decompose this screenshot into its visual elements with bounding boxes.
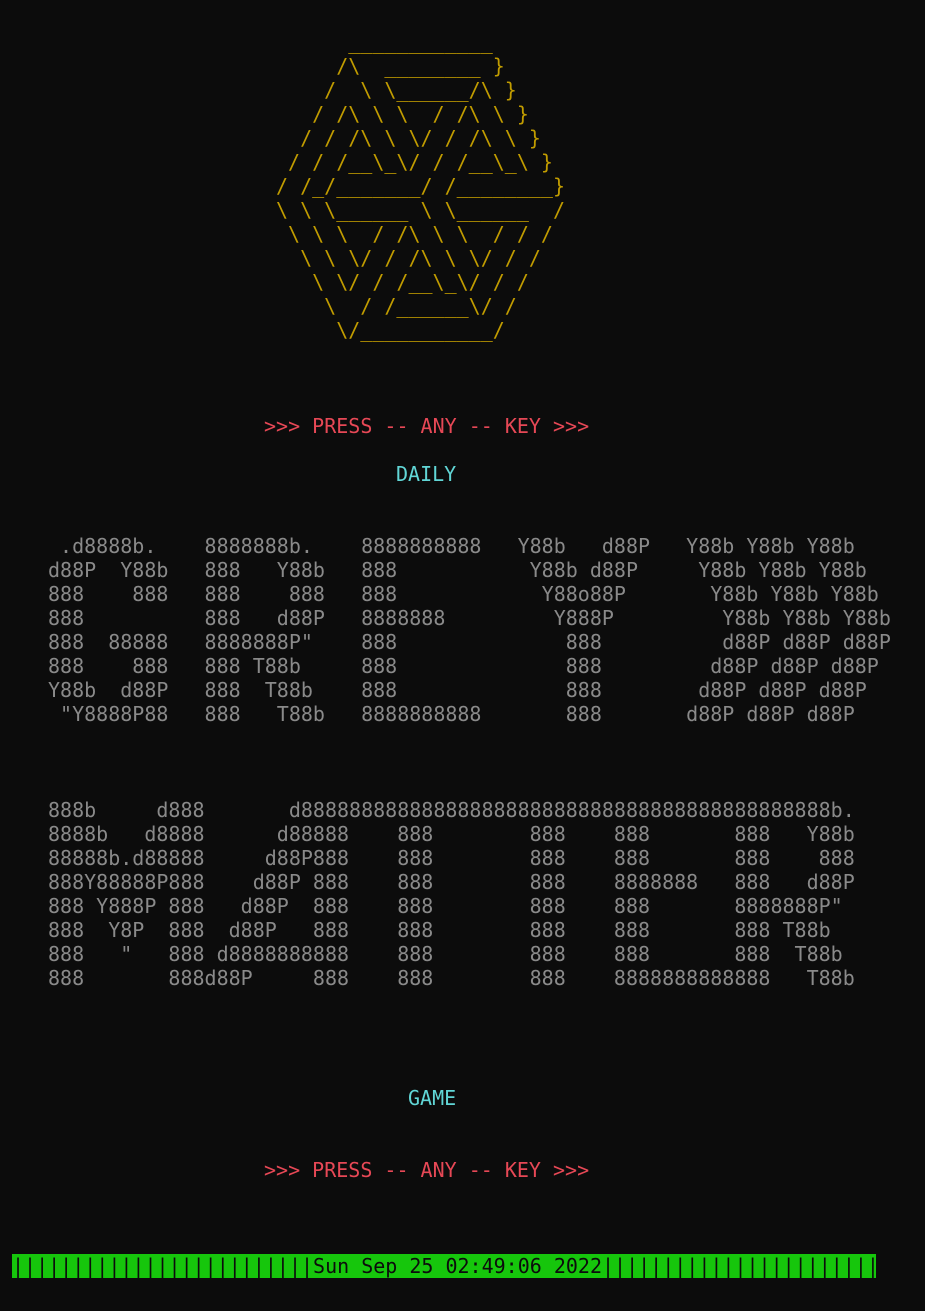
status-bar-clock: |||||||||||||||||||||||||Sun Sep 25 02:4… — [12, 1254, 876, 1278]
press-any-key-prompt-top[interactable]: >>> PRESS -- ANY -- KEY >>> — [264, 414, 589, 438]
title-ascii-art-upper: .d8888b. 8888888b. 8888888888 Y88b d88P … — [48, 534, 891, 726]
daily-label: DAILY — [396, 462, 457, 486]
press-any-key-prompt-bottom[interactable]: >>> PRESS -- ANY -- KEY >>> — [264, 1158, 589, 1182]
hexagon-logo-art: ____________ /\ ________ } / \ \______/\… — [276, 30, 565, 342]
game-label: GAME — [408, 1086, 457, 1110]
title-ascii-art-lower: 888b d888 d88888888888888888888888888888… — [48, 798, 855, 990]
